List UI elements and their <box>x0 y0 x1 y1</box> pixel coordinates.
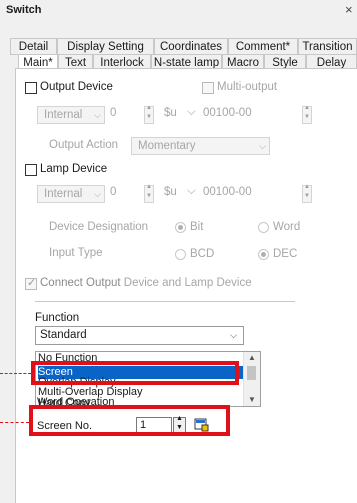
chevron-up-icon[interactable]: ▲ <box>176 415 183 422</box>
chevron-down-icon: ⌵ <box>259 141 266 151</box>
screen-no-label: Screen No. <box>37 420 93 432</box>
output-device-label: Output Device <box>40 81 113 93</box>
connect-label-b: Device and Lamp Device <box>120 277 252 289</box>
tab-coordinates[interactable]: Coordinates <box>154 38 228 55</box>
scroll-thumb[interactable] <box>247 366 256 380</box>
connect-label-a: Connect Output <box>40 277 121 289</box>
function-label: Function <box>35 312 80 324</box>
list-item[interactable]: No Function <box>38 352 244 365</box>
divider <box>35 301 295 302</box>
output-address: 00100-00 <box>203 107 252 119</box>
designation-word-label: Word <box>273 221 301 233</box>
chevron-down-icon: ⌵ <box>187 185 196 197</box>
tab-transition[interactable]: Transition <box>298 38 357 55</box>
designation-word-radio[interactable] <box>258 222 269 233</box>
output-action-select[interactable]: Momentary ⌵ <box>131 137 270 155</box>
screen-no-input[interactable]: 1 <box>136 417 172 433</box>
close-icon[interactable]: × <box>345 2 353 17</box>
connect-label: Connect Output Device and Lamp Device <box>40 277 252 289</box>
chevron-down-icon: ⌵ <box>187 106 196 118</box>
input-bcd-label: BCD <box>190 248 215 260</box>
window-title: Switch <box>6 4 42 16</box>
chevron-down-icon[interactable]: ▼ <box>176 424 183 431</box>
connect-checkbox[interactable] <box>25 276 37 290</box>
output-source-select[interactable]: Internal ⌵ <box>37 106 105 124</box>
multi-output-checkbox[interactable] <box>202 82 214 94</box>
output-device-type[interactable]: $u <box>164 107 177 119</box>
chevron-down-icon: ⌵ <box>94 189 101 199</box>
lamp-address: 00100-00 <box>203 186 252 198</box>
function-select[interactable]: Standard ⌵ <box>35 326 244 345</box>
output-action-label: Output Action <box>49 139 119 151</box>
lamp-index-stepper[interactable] <box>144 184 154 203</box>
designation-bit-label: Bit <box>190 221 204 233</box>
output-address-stepper[interactable] <box>302 105 312 124</box>
output-index-stepper[interactable] <box>144 105 154 124</box>
designation-bit-radio[interactable] <box>175 222 186 233</box>
multi-output-label: Multi-output <box>217 81 278 93</box>
list-scrollbar[interactable]: ▲ ▼ <box>243 352 260 406</box>
output-action-value: Momentary <box>138 140 196 152</box>
function-selected: Standard <box>40 329 87 341</box>
input-bcd-radio[interactable] <box>175 249 186 260</box>
chevron-down-icon[interactable]: ▼ <box>248 395 256 404</box>
leader-line <box>0 422 29 423</box>
tab-comment[interactable]: Comment* <box>228 38 298 55</box>
lamp-address-stepper[interactable] <box>302 184 312 203</box>
output-index-value: 0 <box>110 107 117 119</box>
input-dec-radio[interactable] <box>258 249 269 260</box>
screen-browse-icon[interactable] <box>194 417 209 432</box>
lamp-source-select[interactable]: Internal ⌵ <box>37 185 105 203</box>
device-designation-label: Device Designation <box>49 221 149 233</box>
lamp-device-checkbox[interactable] <box>25 164 37 176</box>
lamp-device-label: Lamp Device <box>40 163 108 175</box>
lamp-device-type[interactable]: $u <box>164 186 177 198</box>
output-source-value: Internal <box>44 109 83 121</box>
leader-line <box>0 373 31 374</box>
input-type-label: Input Type <box>49 247 103 259</box>
chevron-down-icon: ⌵ <box>94 110 101 120</box>
lamp-source-value: Internal <box>44 188 83 200</box>
list-item-partial[interactable]: Word Operation <box>37 396 114 408</box>
chevron-up-icon[interactable]: ▲ <box>248 353 256 362</box>
title-bar <box>0 0 357 22</box>
output-device-checkbox[interactable] <box>25 82 37 94</box>
input-dec-label: DEC <box>273 248 298 260</box>
lamp-index-value: 0 <box>110 186 117 198</box>
tab-display-setting[interactable]: Display Setting <box>57 38 154 55</box>
screen-no-stepper[interactable]: ▲ ▼ <box>173 415 186 433</box>
tab-detail[interactable]: Detail <box>10 38 57 55</box>
chevron-down-icon: ⌵ <box>230 330 237 340</box>
